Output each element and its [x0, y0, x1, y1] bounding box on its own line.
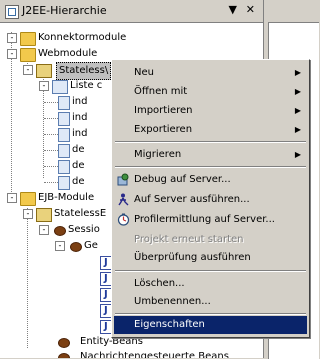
submenu-arrow-icon: ▶ — [294, 68, 301, 77]
tree-item-label: Nachrichtengesteuerte Beans — [80, 351, 229, 358]
menu-separator — [115, 166, 306, 168]
tree-item-label: ind — [72, 112, 88, 123]
tree-item-label: de — [72, 144, 85, 155]
menu-item-rename[interactable]: Umbenennen... — [114, 292, 307, 312]
menu-separator — [115, 270, 306, 272]
menu-item-migrate[interactable]: Migrieren ▶ — [114, 145, 307, 165]
tree-item-label: ind — [72, 96, 88, 107]
run-icon — [118, 193, 129, 206]
tree-item-connector-modules[interactable]: - Konnektormodule — [0, 30, 260, 46]
folder-icon — [20, 32, 36, 46]
submenu-arrow-icon: ▶ — [294, 150, 301, 159]
menu-item-export[interactable]: Exportieren ▶ — [114, 120, 307, 140]
submenu-arrow-icon: ▶ — [294, 87, 301, 96]
folder-icon — [20, 48, 36, 62]
menu-item-new[interactable]: Neu ▶ — [114, 63, 307, 83]
menu-item-restart-project: Projekt erneut starten — [134, 234, 244, 245]
bean-icon — [58, 338, 70, 348]
tree-item-label: Konnektormodule — [38, 32, 127, 43]
panel-titlebar: J2EE-Hierarchie ▼ ✕ — [0, 0, 263, 23]
bean-icon — [54, 226, 66, 236]
collapse-toggle[interactable]: - — [7, 193, 17, 203]
file-icon — [58, 144, 70, 158]
menu-item-import[interactable]: Importieren ▶ — [114, 101, 307, 121]
close-icon[interactable]: ✕ — [246, 3, 255, 16]
tree-item-label: de — [72, 160, 85, 171]
menu-item-run-on-server[interactable]: Auf Server ausführen... — [114, 190, 307, 210]
tree-item-java-class[interactable] — [0, 254, 112, 271]
menu-item-profile-on-server[interactable]: Profilermittlung auf Server... — [114, 210, 307, 230]
menu-separator — [115, 313, 306, 315]
tree-item-java-class[interactable] — [0, 286, 112, 303]
tree-item-java-class[interactable] — [0, 270, 112, 287]
folder-icon — [20, 192, 36, 206]
page-icon — [52, 80, 68, 94]
tree-item-label: Ge — [84, 240, 98, 251]
menu-separator — [115, 141, 306, 143]
file-icon — [58, 128, 70, 142]
collapse-toggle[interactable]: - — [39, 81, 49, 91]
web-module-icon — [36, 64, 52, 78]
hierarchy-view-icon — [5, 5, 19, 19]
bean-icon — [70, 242, 82, 252]
panel-title: J2EE-Hierarchie — [22, 4, 107, 17]
submenu-arrow-icon: ▶ — [294, 106, 301, 115]
collapse-toggle[interactable]: - — [39, 225, 49, 235]
collapse-toggle[interactable]: - — [23, 209, 33, 219]
menu-item-run-validation[interactable]: Überprüfung ausführen — [114, 248, 307, 268]
submenu-arrow-icon: ▶ — [294, 125, 301, 134]
chevron-down-icon[interactable]: ▼ — [229, 3, 237, 16]
menu-item-debug-on-server[interactable]: Debug auf Server... — [114, 170, 307, 190]
tree-item-label: Sessio — [68, 224, 100, 235]
tree-item-label: EJB-Module — [38, 192, 95, 203]
menu-item-properties[interactable]: Eigenschaften — [114, 316, 307, 334]
tree-item-label: Webmodule — [38, 48, 98, 59]
tree-item-java-class[interactable] — [0, 318, 112, 335]
ejb-module-icon — [36, 208, 52, 222]
menu-item-open-with[interactable]: Öffnen mit ▶ — [114, 82, 307, 102]
file-icon — [58, 160, 70, 174]
bean-icon — [58, 353, 70, 358]
tree-item-label: StatelessE — [54, 208, 107, 219]
tree-item-java-class[interactable] — [0, 302, 112, 319]
tree-item-label: de — [72, 176, 85, 187]
collapse-toggle[interactable]: - — [23, 65, 33, 75]
file-icon — [58, 112, 70, 126]
debug-icon — [117, 173, 129, 186]
menu-item-delete[interactable]: Löschen... — [114, 274, 307, 294]
tree-item-label: ind — [72, 128, 88, 139]
collapse-toggle[interactable]: - — [55, 241, 65, 251]
tree-item-label: Liste c — [70, 80, 103, 91]
file-icon — [58, 176, 70, 190]
file-icon — [58, 96, 70, 110]
collapse-toggle[interactable]: - — [7, 33, 17, 43]
tree-item-message-beans[interactable]: Nachrichtengesteuerte Beans — [0, 349, 260, 358]
collapse-toggle[interactable]: - — [7, 49, 17, 59]
context-menu: Neu ▶ Öffnen mit ▶ Importieren ▶ Exporti… — [111, 59, 310, 338]
profile-icon — [117, 213, 130, 226]
